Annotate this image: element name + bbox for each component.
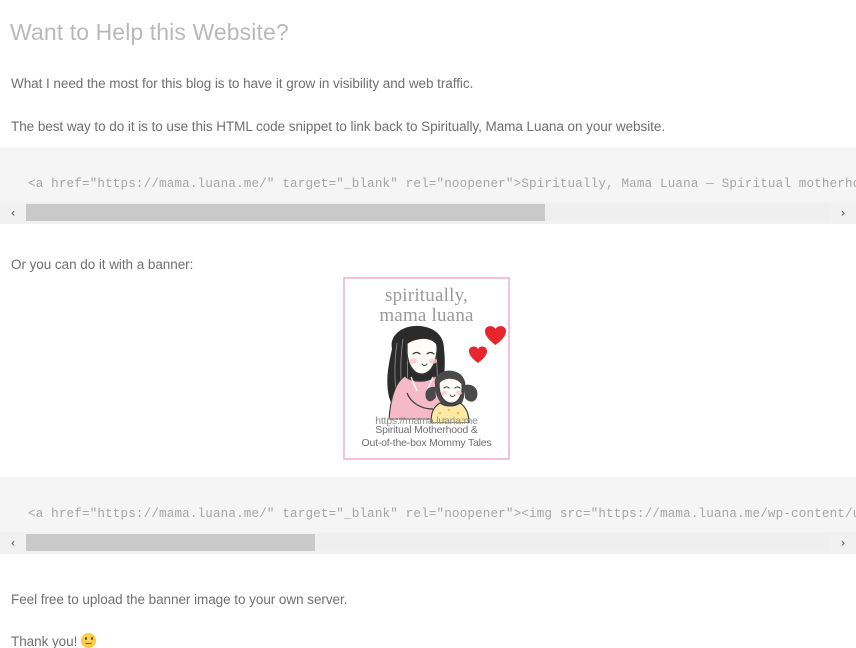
scroll-left-arrow-icon[interactable]: ‹ bbox=[0, 202, 26, 224]
slightly-smiling-face-icon bbox=[81, 632, 97, 648]
banner-tagline: Spiritual Motherhood & Out-of-the-box Mo… bbox=[345, 424, 508, 450]
snippet-intro-paragraph: The best way to do it is to use this HTM… bbox=[11, 118, 666, 134]
horizontal-scrollbar-link-snippet[interactable]: ‹ › bbox=[0, 202, 856, 224]
scrollbar-track[interactable] bbox=[26, 204, 830, 221]
banner-title: spiritually, mama luana bbox=[345, 286, 508, 325]
scroll-left-arrow-icon[interactable]: ‹ bbox=[0, 532, 26, 554]
banner-intro-paragraph: Or you can do it with a banner: bbox=[11, 256, 194, 272]
banner-image: spiritually, mama luana https://mama.lua… bbox=[343, 277, 510, 460]
scrollbar-thumb[interactable] bbox=[26, 534, 316, 551]
scroll-right-arrow-icon[interactable]: › bbox=[830, 202, 856, 224]
heart-icon bbox=[469, 326, 506, 363]
upload-note-paragraph: Feel free to upload the banner image to … bbox=[11, 591, 348, 607]
horizontal-scrollbar-banner-snippet[interactable]: ‹ › bbox=[0, 532, 856, 554]
code-text-link-snippet: <a href="https://mama.luana.me/" target=… bbox=[28, 176, 856, 191]
banner-title-line1: spiritually, bbox=[385, 285, 468, 306]
intro-paragraph: What I need the most for this blog is to… bbox=[11, 75, 474, 91]
code-block-banner-snippet[interactable]: <a href="https://mama.luana.me/" target=… bbox=[0, 477, 856, 532]
article-content: Want to Help this Website? What I need t… bbox=[0, 0, 856, 648]
banner-tagline-line1: Spiritual Motherhood & bbox=[375, 424, 478, 436]
banner-tagline-line2: Out-of-the-box Mommy Tales bbox=[361, 437, 492, 449]
scrollbar-track[interactable] bbox=[26, 534, 830, 551]
code-text-banner-snippet: <a href="https://mama.luana.me/" target=… bbox=[28, 506, 856, 521]
code-block-link-snippet[interactable]: <a href="https://mama.luana.me/" target=… bbox=[0, 147, 856, 202]
scroll-right-arrow-icon[interactable]: › bbox=[830, 532, 856, 554]
page-title: Want to Help this Website? bbox=[10, 19, 289, 46]
mother-and-child-illustration bbox=[387, 325, 506, 423]
banner-inner: spiritually, mama luana https://mama.lua… bbox=[345, 279, 508, 458]
scrollbar-thumb[interactable] bbox=[26, 204, 545, 221]
thank-you-text: Thank you! bbox=[11, 633, 78, 648]
thank-you-paragraph: Thank you! bbox=[11, 632, 97, 648]
